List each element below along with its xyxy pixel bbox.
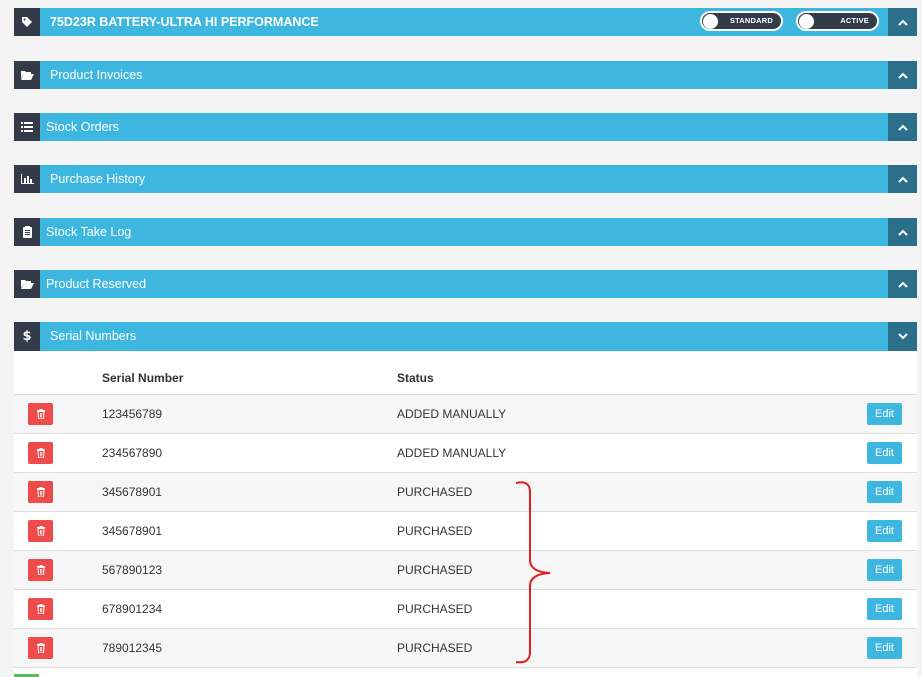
- delete-button[interactable]: [28, 520, 53, 542]
- trash-icon: [36, 409, 45, 419]
- edit-button[interactable]: Edit: [867, 637, 902, 659]
- serial-number-cell: 678901234: [102, 602, 163, 616]
- status-cell: PURCHASED: [397, 563, 473, 577]
- delete-button[interactable]: [28, 403, 53, 425]
- collapse-product-button[interactable]: [888, 8, 917, 36]
- table-header: Serial Number Status: [14, 351, 917, 395]
- section-title: Serial Numbers: [50, 329, 137, 343]
- section-title: Purchase History: [50, 172, 146, 186]
- section-title: Stock Take Log: [46, 225, 132, 239]
- status-cell: PURCHASED: [397, 524, 473, 538]
- edit-button[interactable]: Edit: [867, 403, 902, 425]
- status-cell: ADDED MANUALLY: [397, 407, 507, 421]
- chevron-up-icon: [897, 176, 908, 183]
- standard-toggle[interactable]: STANDARD: [700, 11, 783, 31]
- expand-invoices-button[interactable]: [888, 61, 917, 89]
- section-stock-orders[interactable]: Stock Orders: [14, 113, 917, 141]
- section-product-reserved[interactable]: Product Reserved: [14, 270, 917, 298]
- delete-button[interactable]: [28, 442, 53, 464]
- serial-number-cell: 345678901: [102, 485, 163, 499]
- column-header-status: Status: [397, 371, 434, 385]
- toggle-knob: [799, 14, 814, 29]
- chevron-up-icon: [897, 72, 908, 79]
- trash-icon: [36, 565, 45, 575]
- expand-purchase-history-button[interactable]: [888, 165, 917, 193]
- status-cell: PURCHASED: [397, 485, 473, 499]
- page: 75D23R BATTERY-ULTRA HI PERFORMANCE STAN…: [0, 0, 922, 677]
- edit-button[interactable]: Edit: [867, 598, 902, 620]
- delete-button[interactable]: [28, 481, 53, 503]
- table-row: 789012345 PURCHASED Edit: [14, 629, 917, 668]
- red-bracket-annotation: [515, 481, 551, 664]
- trash-icon: [36, 448, 45, 458]
- active-toggle-label: ACTIVE: [840, 16, 869, 25]
- serial-number-cell: 789012345: [102, 641, 163, 655]
- expand-stock-orders-button[interactable]: [888, 113, 917, 141]
- serial-numbers-panel: Serial Number Status 123456789 ADDED MANU…: [14, 351, 917, 677]
- section-product-invoices[interactable]: Product Invoices: [14, 61, 917, 89]
- edit-button[interactable]: Edit: [867, 481, 902, 503]
- product-header-bar: 75D23R BATTERY-ULTRA HI PERFORMANCE STAN…: [14, 8, 917, 36]
- table-row: 567890123 PURCHASED Edit: [14, 551, 917, 590]
- section-title: Product Invoices: [50, 68, 143, 82]
- chevron-up-icon: [897, 124, 908, 131]
- expand-product-reserved-button[interactable]: [888, 270, 917, 298]
- chevron-up-icon: [897, 229, 908, 236]
- table-row: 123456789 ADDED MANUALLY Edit: [14, 395, 917, 434]
- section-purchase-history[interactable]: Purchase History: [14, 165, 917, 193]
- delete-button[interactable]: [28, 598, 53, 620]
- chevron-up-icon: [897, 281, 908, 288]
- status-cell: PURCHASED: [397, 602, 473, 616]
- section-serial-numbers[interactable]: $ Serial Numbers: [14, 322, 917, 351]
- delete-button[interactable]: [28, 559, 53, 581]
- clipboard-icon: [14, 218, 40, 246]
- serial-number-cell: 345678901: [102, 524, 163, 538]
- dollar-icon: $: [14, 322, 40, 351]
- column-header-serial: Serial Number: [102, 371, 184, 385]
- collapse-serial-numbers-button[interactable]: [888, 322, 917, 351]
- chevron-down-icon: [897, 333, 908, 340]
- standard-toggle-label: STANDARD: [729, 16, 773, 25]
- list-icon: [14, 113, 40, 141]
- folder-open-icon: [14, 270, 40, 298]
- section-stock-take-log[interactable]: Stock Take Log: [14, 218, 917, 246]
- delete-button[interactable]: [28, 637, 53, 659]
- table-row: 345678901 PURCHASED Edit: [14, 512, 917, 551]
- edit-button[interactable]: Edit: [867, 520, 902, 542]
- folder-open-icon: [14, 61, 40, 89]
- toggle-knob: [703, 14, 718, 29]
- serial-number-cell: 123456789: [102, 407, 163, 421]
- section-title: Product Reserved: [46, 277, 147, 291]
- table-row: 234567890 ADDED MANUALLY Edit: [14, 434, 917, 473]
- expand-stock-take-log-button[interactable]: [888, 218, 917, 246]
- section-title: Stock Orders: [46, 120, 119, 134]
- trash-icon: [36, 487, 45, 497]
- trash-icon: [36, 526, 45, 536]
- tag-icon: [14, 8, 40, 36]
- chevron-up-icon: [897, 19, 908, 26]
- status-cell: PURCHASED: [397, 641, 473, 655]
- table-row: 345678901 PURCHASED Edit: [14, 473, 917, 512]
- trash-icon: [36, 604, 45, 614]
- edit-button[interactable]: Edit: [867, 442, 902, 464]
- product-title: 75D23R BATTERY-ULTRA HI PERFORMANCE: [50, 15, 319, 29]
- table-row: 678901234 PURCHASED Edit: [14, 590, 917, 629]
- bar-chart-icon: [14, 165, 40, 193]
- edit-button[interactable]: Edit: [867, 559, 902, 581]
- serial-number-cell: 234567890: [102, 446, 163, 460]
- active-toggle[interactable]: ACTIVE: [796, 11, 879, 31]
- serial-number-cell: 567890123: [102, 563, 163, 577]
- trash-icon: [36, 643, 45, 653]
- status-cell: ADDED MANUALLY: [397, 446, 507, 460]
